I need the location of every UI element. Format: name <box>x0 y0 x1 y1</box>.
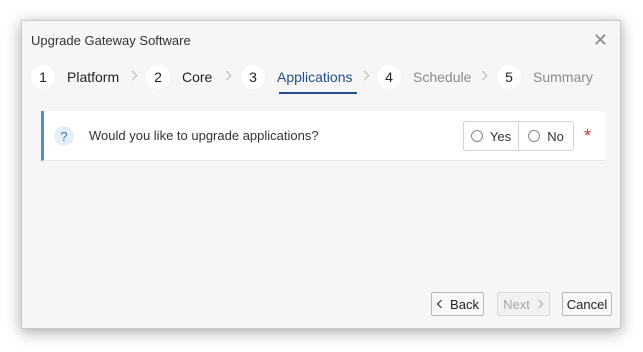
option-no[interactable]: No <box>518 122 573 150</box>
option-label: No <box>547 128 564 144</box>
step-number: 5 <box>497 65 521 89</box>
question-card: ? Would you like to upgrade applications… <box>41 111 605 161</box>
step-label: Core <box>182 69 213 85</box>
step-platform[interactable]: 1 Platform <box>31 63 119 91</box>
step-core[interactable]: 2 Core <box>146 63 212 91</box>
chevron-right-icon <box>221 70 232 81</box>
upgrade-dialog: Upgrade Gateway Software ✕ 1 Platform 2 … <box>21 20 621 329</box>
option-label: Yes <box>489 128 512 144</box>
back-label: Back <box>450 296 479 312</box>
step-number: 4 <box>377 65 401 89</box>
question-text: Would you like to upgrade applications? <box>89 128 319 143</box>
chevron-right-icon <box>127 70 138 81</box>
next-button[interactable]: Next <box>497 292 550 316</box>
cancel-button[interactable]: Cancel <box>562 292 612 316</box>
chevron-right-icon <box>359 70 370 81</box>
radio-icon[interactable] <box>528 130 541 142</box>
next-label: Next <box>503 296 530 312</box>
step-label: Summary <box>533 69 593 85</box>
yes-no-toggle: Yes No <box>463 121 574 151</box>
step-summary[interactable]: 5 Summary <box>497 63 593 91</box>
required-asterisk: * <box>584 126 592 146</box>
step-schedule[interactable]: 4 Schedule <box>377 63 471 91</box>
step-number: 2 <box>146 65 170 89</box>
step-applications[interactable]: 3 Applications <box>241 63 356 94</box>
chevron-right-icon <box>534 299 544 309</box>
chevron-left-icon <box>436 299 446 309</box>
dialog-title: Upgrade Gateway Software <box>31 33 191 48</box>
step-label: Schedule <box>413 69 472 85</box>
option-yes[interactable]: Yes <box>464 122 518 150</box>
cancel-label: Cancel <box>566 296 608 312</box>
step-label: Applications <box>277 69 353 85</box>
close-icon[interactable]: ✕ <box>593 30 608 50</box>
step-label: Platform <box>67 69 120 85</box>
step-number: 1 <box>31 65 55 89</box>
wizard-steps: 1 Platform 2 Core 3 Applications 4 Sched… <box>31 63 620 94</box>
back-button[interactable]: Back <box>431 292 484 316</box>
radio-icon[interactable] <box>470 130 483 142</box>
step-number: 3 <box>241 65 265 89</box>
help-icon: ? <box>54 126 74 146</box>
chevron-right-icon <box>477 70 488 81</box>
